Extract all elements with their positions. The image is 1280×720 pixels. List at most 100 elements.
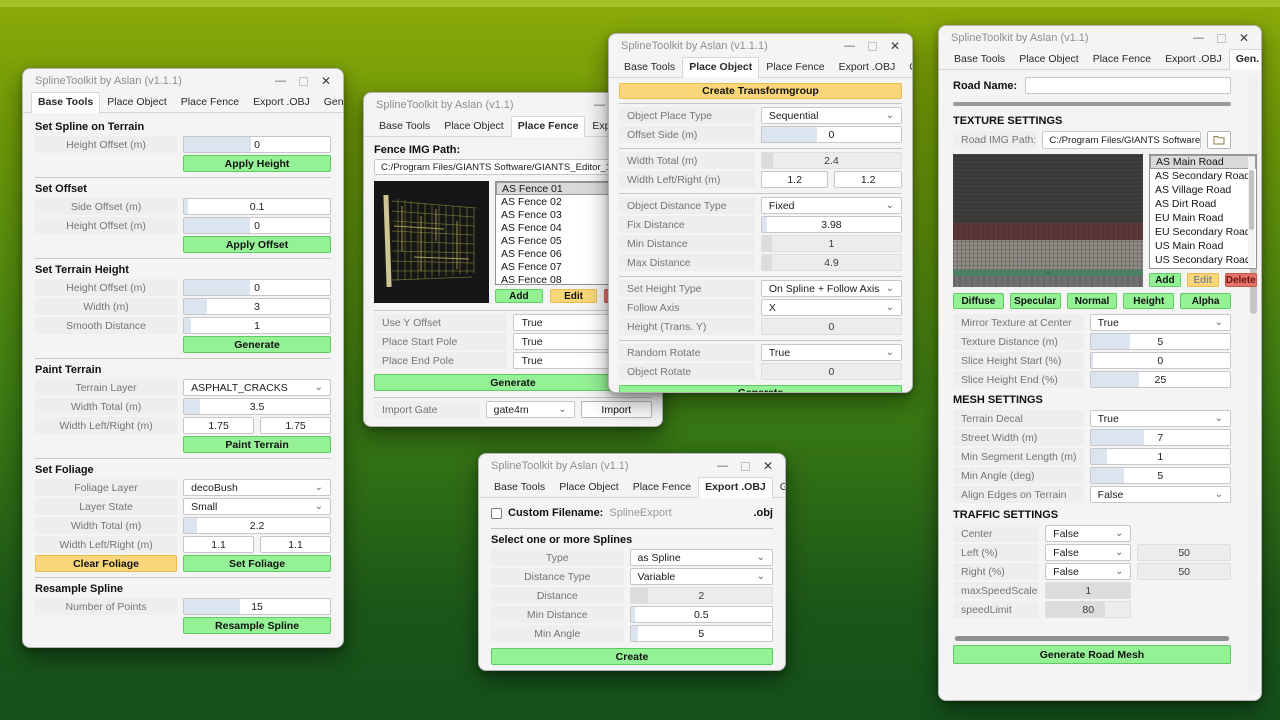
layer-state-select[interactable]: Small ⌄ (183, 498, 331, 515)
min-angle-input[interactable]: 5 (630, 625, 773, 642)
tab-base-tools[interactable]: Base Tools (487, 477, 552, 497)
horizontal-scrollbar[interactable] (953, 636, 1231, 641)
foliage-layer-select[interactable]: decoBush ⌄ (183, 479, 331, 496)
create-transformgroup-button[interactable]: Create Transformgroup (619, 83, 902, 99)
min-distance-input[interactable]: 0.5 (630, 606, 773, 623)
tab-base-tools[interactable]: Base Tools (372, 116, 437, 136)
width-total-input[interactable]: 2.2 (183, 517, 331, 534)
titlebar[interactable]: SplineToolkit by Aslan (v1.1.1) — ✕ (23, 69, 343, 93)
height-offset-input[interactable]: 0 (183, 136, 331, 153)
normal-map-button[interactable]: Normal (1067, 293, 1118, 309)
alpha-map-button[interactable]: Alpha (1180, 293, 1231, 309)
tab-gen-street[interactable]: Gen. Street (902, 57, 913, 77)
type-select[interactable]: as Spline ⌄ (630, 549, 773, 566)
tab-place-fence[interactable]: Place Fence (626, 477, 698, 497)
tab-base-tools[interactable]: Base Tools (947, 49, 1012, 69)
set-height-type-select[interactable]: On Spline + Follow Axis ⌄ (761, 280, 902, 297)
min-angle-deg-input[interactable]: 5 (1090, 467, 1231, 484)
generate-objects-button[interactable]: Generate (619, 385, 902, 393)
minimize-icon[interactable]: — (594, 100, 605, 111)
left-select[interactable]: False ⌄ (1045, 544, 1131, 561)
width-right-input[interactable]: 1.1 (260, 536, 331, 553)
terrain-layer-select[interactable]: ASPHALT_CRACKS ⌄ (183, 379, 331, 396)
tab-export-obj[interactable]: Export .OBJ (698, 477, 773, 498)
maximize-icon[interactable] (299, 77, 308, 86)
random-rotate-select[interactable]: True ⌄ (761, 344, 902, 361)
width-right-input[interactable]: 1.2 (834, 171, 902, 188)
distance-type-select[interactable]: Variable ⌄ (630, 568, 773, 585)
offset-side-input[interactable]: 0 (761, 126, 902, 143)
road-name-input[interactable] (1025, 77, 1231, 94)
list-item[interactable]: EU Main Road (1150, 211, 1256, 225)
follow-axis-select[interactable]: X ⌄ (761, 299, 902, 316)
list-item[interactable]: US Secondary Road (1150, 253, 1256, 267)
close-icon[interactable]: ✕ (763, 460, 773, 472)
browse-folder-button[interactable] (1207, 131, 1231, 149)
texture-distance-input[interactable]: 5 (1090, 333, 1231, 350)
generate-terrain-button[interactable]: Generate (183, 336, 331, 353)
list-item[interactable]: AS Dirt Road (1150, 197, 1256, 211)
list-item[interactable]: EU Secondary Road (1150, 225, 1256, 239)
object-distance-type-select[interactable]: Fixed ⌄ (761, 197, 902, 214)
tab-place-fence[interactable]: Place Fence (511, 116, 586, 137)
tab-gen-street[interactable]: Gen. Street (773, 477, 786, 497)
edit-fence-button[interactable]: Edit (550, 289, 598, 303)
titlebar[interactable]: SplineToolkit by Aslan (v1.1) — ✕ (939, 26, 1261, 50)
height-offset-input[interactable]: 0 (183, 217, 331, 234)
tab-place-object[interactable]: Place Object (682, 57, 759, 78)
scrollbar-thumb[interactable] (1249, 170, 1254, 230)
paint-terrain-button[interactable]: Paint Terrain (183, 436, 331, 453)
tab-gen-street[interactable]: Gen. Street (1229, 49, 1262, 70)
tab-place-object[interactable]: Place Object (100, 92, 174, 112)
right-select[interactable]: False ⌄ (1045, 563, 1131, 580)
maximize-icon[interactable] (868, 42, 877, 51)
slice-height-start-input[interactable]: 0 (1090, 352, 1231, 369)
tab-export-obj[interactable]: Export .OBJ (246, 92, 317, 112)
tab-gen-street[interactable]: Gen. Street (317, 92, 344, 112)
diffuse-map-button[interactable]: Diffuse (953, 293, 1004, 309)
close-icon[interactable]: ✕ (890, 40, 900, 52)
tab-place-object[interactable]: Place Object (437, 116, 511, 136)
width-right-input[interactable]: 1.75 (260, 417, 331, 434)
import-gate-select[interactable]: gate4m ⌄ (486, 401, 575, 418)
titlebar[interactable]: SplineToolkit by Aslan (v1.1) — ✕ (479, 454, 785, 478)
create-export-button[interactable]: Create (491, 648, 773, 665)
edit-texture-button[interactable]: Edit (1187, 273, 1219, 287)
tab-place-object[interactable]: Place Object (1012, 49, 1086, 69)
close-icon[interactable]: ✕ (1239, 32, 1249, 44)
mirror-texture-select[interactable]: True ⌄ (1090, 314, 1231, 331)
maximize-icon[interactable] (1217, 34, 1226, 43)
tab-place-fence[interactable]: Place Fence (174, 92, 246, 112)
width-left-input[interactable]: 1.2 (761, 171, 829, 188)
height-offset-input[interactable]: 0 (183, 279, 331, 296)
street-width-input[interactable]: 7 (1090, 429, 1231, 446)
side-offset-input[interactable]: 0.1 (183, 198, 331, 215)
min-segment-length-input[interactable]: 1 (1090, 448, 1231, 465)
object-place-type-select[interactable]: Sequential ⌄ (761, 107, 902, 124)
maximize-icon[interactable] (741, 462, 750, 471)
fix-distance-input[interactable]: 3.98 (761, 216, 902, 233)
titlebar[interactable]: SplineToolkit by Aslan (v1.1.1) — ✕ (609, 34, 912, 58)
list-item[interactable]: AS Secondary Road (1150, 169, 1256, 183)
list-scrollbar[interactable] (1248, 157, 1255, 266)
minimize-icon[interactable]: — (717, 461, 728, 472)
width-left-input[interactable]: 1.1 (183, 536, 254, 553)
tab-base-tools[interactable]: Base Tools (31, 92, 100, 113)
minimize-icon[interactable]: — (844, 41, 855, 52)
number-of-points-input[interactable]: 15 (183, 598, 331, 615)
tab-base-tools[interactable]: Base Tools (617, 57, 682, 77)
width-left-input[interactable]: 1.75 (183, 417, 254, 434)
terrain-decal-select[interactable]: True ⌄ (1090, 410, 1231, 427)
add-texture-button[interactable]: Add (1149, 273, 1181, 287)
tab-place-fence[interactable]: Place Fence (1086, 49, 1158, 69)
align-edges-select[interactable]: False ⌄ (1090, 486, 1231, 503)
close-icon[interactable]: ✕ (321, 75, 331, 87)
scrollbar-thumb[interactable] (955, 636, 1229, 641)
width-total-input[interactable]: 3.5 (183, 398, 331, 415)
list-item[interactable]: US Main Road (1150, 239, 1256, 253)
tab-place-fence[interactable]: Place Fence (759, 57, 831, 77)
list-item[interactable]: AS Village Road (1150, 183, 1256, 197)
road-img-path-input[interactable]: C:/Program Files/GIANTS Software/GIANTS (1042, 131, 1201, 149)
add-fence-button[interactable]: Add (495, 289, 543, 303)
minimize-icon[interactable]: — (275, 76, 286, 87)
